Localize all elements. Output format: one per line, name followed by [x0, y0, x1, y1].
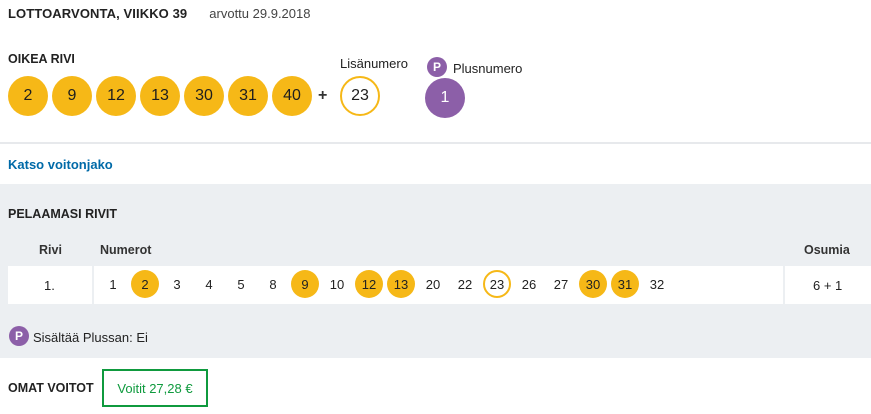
column-header-numbers: Numerot: [100, 243, 152, 257]
draw-title: LOTTOARVONTA, VIIKKO 39: [8, 6, 188, 21]
played-number-extra-hit: 23: [483, 270, 511, 298]
section-divider: [0, 142, 871, 144]
winnings-label: OMAT VOITOT: [8, 381, 94, 395]
plus-p-icon: P: [427, 57, 447, 77]
column-header-hits: Osumia: [804, 243, 850, 257]
extra-number-ball: 23: [340, 76, 380, 116]
winning-ball-6: 31: [228, 76, 268, 116]
correct-row-label: OIKEA RIVI: [8, 52, 75, 66]
played-number-hit: 13: [387, 270, 415, 298]
plus-info-text: Sisältää Plussan: Ei: [33, 330, 148, 345]
played-number: 27: [553, 276, 569, 292]
winning-ball-1: 2: [8, 76, 48, 116]
played-number: 10: [329, 276, 345, 292]
plus-number-ball: 1: [425, 78, 465, 118]
played-number: 1: [109, 276, 117, 292]
draw-header: LOTTOARVONTA, VIIKKO 39 arvottu 29.9.201…: [8, 6, 310, 24]
played-number: 20: [425, 276, 441, 292]
played-number: 22: [457, 276, 473, 292]
played-row-hits: 6 + 1: [813, 278, 843, 293]
winning-ball-7: 40: [272, 76, 312, 116]
winning-ball-5: 30: [184, 76, 224, 116]
played-number-hit: 9: [291, 270, 319, 298]
played-number: 8: [269, 276, 277, 292]
played-number: 4: [205, 276, 213, 292]
plus-sign: +: [318, 87, 328, 104]
winning-ball-4: 13: [140, 76, 180, 116]
plus-number-label: Plusnumero: [453, 61, 523, 76]
column-header-row: Rivi: [39, 243, 62, 257]
played-number: 5: [237, 276, 245, 292]
prize-breakdown-link[interactable]: Katso voitonjako: [8, 157, 113, 172]
extra-number-label: Lisänumero: [340, 56, 408, 71]
played-number-hit: 31: [611, 270, 639, 298]
played-number-hit: 30: [579, 270, 607, 298]
draw-date: arvottu 29.9.2018: [209, 6, 311, 21]
played-number-hit: 12: [355, 270, 383, 298]
played-number: 3: [173, 276, 181, 292]
played-rows-label: PELAAMASI RIVIT: [8, 207, 118, 221]
plus-p-icon: P: [9, 326, 29, 346]
played-number-hit: 2: [131, 270, 159, 298]
played-number: 32: [649, 276, 665, 292]
winning-ball-3: 12: [96, 76, 136, 116]
played-row-index: 1.: [44, 278, 55, 293]
played-number: 26: [521, 276, 537, 292]
winnings-amount: Voitit 27,28 €: [102, 369, 208, 407]
winning-ball-2: 9: [52, 76, 92, 116]
